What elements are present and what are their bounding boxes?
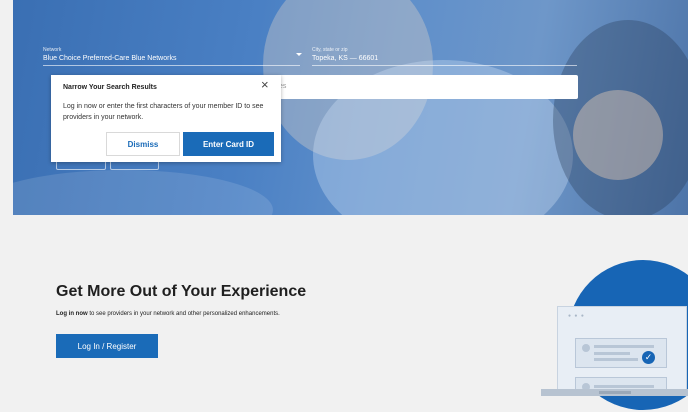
location-underline — [312, 65, 577, 66]
illustration-bar — [594, 358, 638, 361]
popup-title: Narrow Your Search Results — [63, 84, 157, 91]
section-subtext: Log in now to see providers in your netw… — [56, 311, 280, 317]
window-dots: ● ● ● — [568, 313, 585, 319]
hero-photo-shape — [573, 90, 663, 180]
chevron-down-icon[interactable] — [296, 53, 302, 56]
close-icon[interactable]: × — [261, 78, 269, 91]
avatar — [582, 344, 590, 352]
laptop-base — [541, 389, 688, 396]
network-select[interactable]: Network Blue Choice Preferred-Care Blue … — [43, 47, 303, 66]
dismiss-button[interactable]: Dismiss — [106, 132, 180, 156]
network-label: Network — [43, 47, 62, 53]
laptop-notch — [599, 391, 631, 394]
illustration-bar — [594, 352, 630, 355]
narrow-search-popup: Narrow Your Search Results × Log in now … — [51, 75, 281, 162]
section-heading: Get More Out of Your Experience — [56, 283, 307, 300]
enter-card-id-button[interactable]: Enter Card ID — [183, 132, 274, 156]
illustration-bar — [594, 385, 654, 388]
illustration-bar — [594, 345, 654, 348]
laptop-illustration: ● ● ● ✓ — [557, 306, 687, 395]
check-icon: ✓ — [642, 351, 655, 364]
location-value: Topeka, KS — 66601 — [312, 55, 379, 62]
login-now-link[interactable]: Log in now — [56, 311, 88, 317]
popup-message: Log in now or enter the first characters… — [63, 103, 264, 121]
location-field[interactable]: City, state or zip Topeka, KS — 66601 — [312, 47, 577, 66]
subtext-body: to see providers in your network and oth… — [87, 311, 280, 317]
location-label: City, state or zip — [312, 47, 348, 53]
search-input[interactable]: alties — [266, 75, 578, 99]
hero-photo-shape — [13, 170, 273, 215]
network-value: Blue Choice Preferred-Care Blue Networks — [43, 55, 177, 62]
login-register-button[interactable]: Log In / Register — [56, 334, 158, 358]
network-underline — [43, 65, 300, 66]
